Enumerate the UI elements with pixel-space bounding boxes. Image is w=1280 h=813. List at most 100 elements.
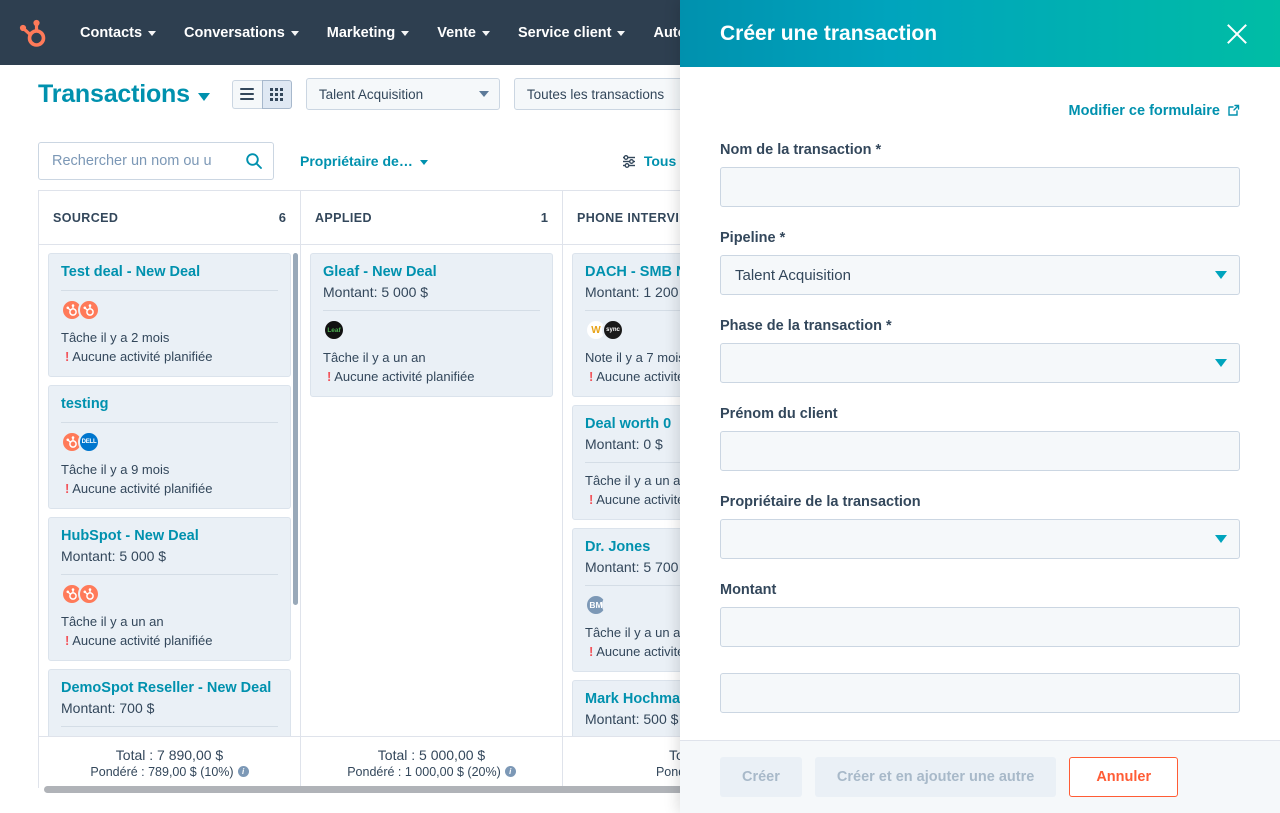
- deal-name-input[interactable]: [720, 167, 1240, 207]
- close-icon[interactable]: [1224, 21, 1250, 47]
- next-activity-label: Aucune activité planifiée: [72, 349, 212, 364]
- total-amount: Total : 5 000,00 $: [378, 747, 485, 763]
- chevron-down-icon: [479, 91, 489, 97]
- warning-icon: !: [327, 369, 331, 384]
- chevron-down-icon: [1215, 359, 1227, 367]
- nav-label: Service client: [518, 25, 612, 41]
- deal-card-next-activity: ! Aucune activité planifiée: [61, 631, 278, 650]
- chevron-down-icon: [1215, 535, 1227, 543]
- deal-owner-select[interactable]: [720, 519, 1240, 559]
- avatar-hubspot-icon: [78, 583, 100, 605]
- deal-card[interactable]: Gleaf - New Deal Montant: 5 000 $ Leaf T…: [310, 253, 553, 397]
- avatar-company-logo: Leaf: [323, 319, 345, 341]
- next-activity-label: Aucune activité: [596, 492, 684, 507]
- next-activity-label: Aucune activité: [596, 644, 684, 659]
- chevron-down-icon: [617, 31, 625, 36]
- divider: [61, 290, 278, 291]
- nav-label: Contacts: [80, 25, 142, 41]
- field-label: Propriétaire de la transaction: [720, 494, 1240, 510]
- deal-card-title[interactable]: Gleaf - New Deal: [323, 263, 540, 282]
- nav-item-marketing[interactable]: Marketing: [313, 0, 424, 65]
- weighted-label: Pondéré : 1 000,00 $ (20%): [347, 765, 501, 779]
- search-box[interactable]: [38, 142, 274, 180]
- nav-item-service-client[interactable]: Service client: [504, 0, 640, 65]
- avatar-group: Leaf: [323, 319, 540, 341]
- deal-card-amount: Montant: 5 000 $: [323, 283, 540, 302]
- deal-card-title[interactable]: HubSpot - New Deal: [61, 527, 278, 546]
- next-activity-label: Aucune activité planifiée: [72, 481, 212, 496]
- divider: [323, 310, 540, 311]
- next-field-input[interactable]: [720, 673, 1240, 713]
- create-deal-modal: Créer une transaction Modifier ce formul…: [680, 0, 1280, 813]
- pipeline-select[interactable]: Talent Acquisition: [306, 78, 500, 110]
- column-scrollbar[interactable]: [293, 253, 298, 605]
- avatar-placeholder: [602, 594, 624, 616]
- column-body[interactable]: Test deal - New Deal Tâche il y a 2 mois…: [39, 245, 300, 788]
- modal-body: Modifier ce formulaire Nom de la transac…: [680, 67, 1280, 740]
- deal-card-title[interactable]: testing: [61, 395, 278, 414]
- deal-card-activity: Tâche il y a un an: [323, 348, 540, 367]
- deal-card[interactable]: HubSpot - New Deal Montant: 5 000 $ Tâch…: [48, 517, 291, 661]
- field-label: Nom de la transaction *: [720, 142, 1240, 158]
- search-input[interactable]: [52, 153, 245, 169]
- info-icon[interactable]: i: [238, 766, 249, 777]
- page-title[interactable]: Transactions: [38, 80, 210, 109]
- column-name: APPLIED: [315, 211, 372, 225]
- total-amount: Total : 7 890,00 $: [116, 747, 223, 763]
- cancel-button[interactable]: Annuler: [1069, 757, 1178, 797]
- search-icon[interactable]: [245, 152, 263, 170]
- field-next-partial: [720, 673, 1240, 713]
- divider: [61, 726, 278, 727]
- hubspot-sprocket-icon[interactable]: [14, 14, 52, 52]
- modal-footer: Créer Créer et en ajouter une autre Annu…: [680, 740, 1280, 813]
- nav-label: Vente: [437, 25, 476, 41]
- list-view-button[interactable]: [232, 80, 262, 109]
- pipeline-select[interactable]: Talent Acquisition: [720, 255, 1240, 295]
- create-and-add-another-button[interactable]: Créer et en ajouter une autre: [815, 757, 1056, 797]
- nav-item-conversations[interactable]: Conversations: [170, 0, 313, 65]
- field-deal-owner: Propriétaire de la transaction: [720, 494, 1240, 559]
- avatar-group: [61, 583, 278, 605]
- chevron-down-icon: [1215, 271, 1227, 279]
- avatar-group: [61, 299, 278, 321]
- warning-icon: !: [589, 644, 593, 659]
- view-select-value: Toutes les transactions: [527, 87, 664, 102]
- chevron-down-icon: [148, 31, 156, 36]
- chevron-down-icon: [291, 31, 299, 36]
- owner-filter[interactable]: Propriétaire de…: [300, 153, 428, 169]
- pipeline-select-value: Talent Acquisition: [319, 87, 423, 102]
- create-button[interactable]: Créer: [720, 757, 802, 797]
- amount-input[interactable]: [720, 607, 1240, 647]
- chevron-down-icon: [420, 160, 428, 165]
- client-first-name-input[interactable]: [720, 431, 1240, 471]
- column-name: SOURCED: [53, 211, 118, 225]
- view-select[interactable]: Toutes les transactions: [514, 78, 708, 110]
- field-label: Prénom du client: [720, 406, 1240, 422]
- chevron-down-icon: [482, 31, 490, 36]
- deal-card[interactable]: testing DELL Tâche il y a 9 mois ! Aucun…: [48, 385, 291, 509]
- chevron-down-icon: [401, 31, 409, 36]
- column-body[interactable]: Gleaf - New Deal Montant: 5 000 $ Leaf T…: [301, 245, 562, 788]
- next-activity-label: Aucune activité planifiée: [334, 369, 474, 384]
- edit-form-link[interactable]: Modifier ce formulaire: [720, 67, 1240, 119]
- deal-card[interactable]: Test deal - New Deal Tâche il y a 2 mois…: [48, 253, 291, 377]
- deal-card-activity: Tâche il y a 9 mois: [61, 460, 278, 479]
- deal-card-title[interactable]: DemoSpot Reseller - New Deal: [61, 679, 278, 698]
- deal-stage-select[interactable]: [720, 343, 1240, 383]
- page-title-label: Transactions: [38, 80, 190, 109]
- board-column-applied: APPLIED 1 Gleaf - New Deal Montant: 5 00…: [301, 191, 563, 788]
- board-view-button[interactable]: [262, 80, 292, 109]
- column-total-sourced: Total : 7 890,00 $ Pondéré : 789,00 $ (1…: [39, 737, 301, 788]
- deal-card-title[interactable]: Test deal - New Deal: [61, 263, 278, 282]
- nav-item-contacts[interactable]: Contacts: [66, 0, 170, 65]
- deal-card-activity: Tâche il y a 2 mois: [61, 328, 278, 347]
- deal-card-next-activity: ! Aucune activité planifiée: [323, 367, 540, 386]
- owner-filter-label: Propriétaire de…: [300, 153, 413, 169]
- deal-card-next-activity: ! Aucune activité planifiée: [61, 479, 278, 498]
- divider: [61, 574, 278, 575]
- nav-item-vente[interactable]: Vente: [423, 0, 504, 65]
- warning-icon: !: [589, 369, 593, 384]
- info-icon[interactable]: i: [505, 766, 516, 777]
- chevron-down-icon: [198, 93, 210, 101]
- warning-icon: !: [65, 633, 69, 648]
